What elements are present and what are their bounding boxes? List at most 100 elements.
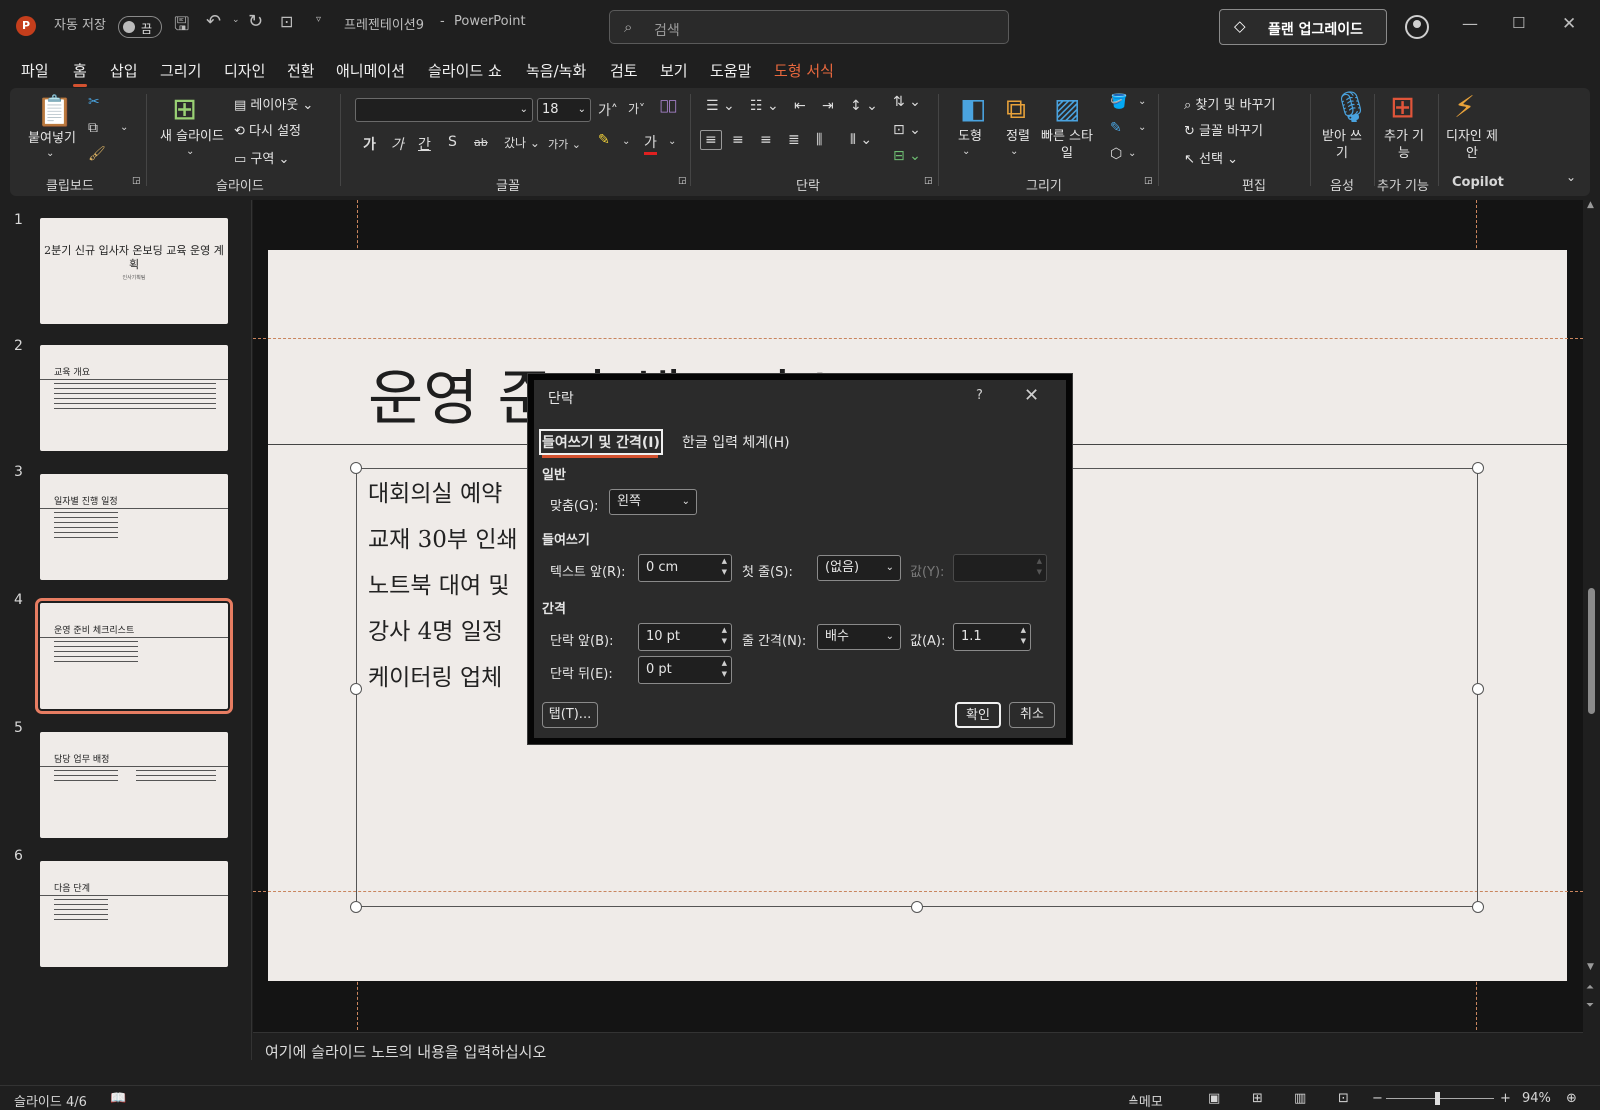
find-replace-button[interactable]: ⌕ 찾기 및 바꾸기 bbox=[1184, 94, 1275, 113]
slide-thumbnail-2[interactable]: 교육 개요 bbox=[40, 345, 228, 451]
scrollbar-thumb[interactable] bbox=[1588, 588, 1595, 714]
start-slideshow-icon[interactable]: ⊡ bbox=[280, 12, 293, 31]
zoom-out-icon[interactable]: − bbox=[1372, 1091, 1383, 1106]
spacing-after-spinner[interactable]: 0 pt ▲ ▼ bbox=[638, 656, 732, 684]
paragraph-launcher-icon[interactable]: ◲ bbox=[924, 176, 933, 186]
normal-view-icon[interactable]: ▣ bbox=[1208, 1091, 1220, 1106]
select-button[interactable]: ↖ 선택 ⌄ bbox=[1184, 148, 1238, 167]
new-slide-button[interactable]: 새 슬라이드 bbox=[156, 128, 228, 145]
reset-button[interactable]: ⟲ 다시 설정 bbox=[234, 120, 301, 139]
paste-icon[interactable]: 📋 bbox=[36, 94, 73, 129]
font-color-dropdown-icon[interactable]: ⌄ bbox=[668, 136, 676, 147]
add-ins-button[interactable]: 추가 기능 bbox=[1382, 128, 1426, 162]
new-slide-dropdown-icon[interactable]: ⌄ bbox=[186, 146, 194, 157]
notes-pane[interactable]: 여기에 슬라이드 노트의 내용을 입력하십시오 bbox=[253, 1032, 1583, 1062]
slide-thumbnail-5[interactable]: 담당 업무 배정 bbox=[40, 732, 228, 838]
resize-handle[interactable] bbox=[1472, 901, 1484, 913]
layout-button[interactable]: ▤ 레이아웃 ⌄ bbox=[234, 94, 313, 113]
arrange-icon[interactable]: ⧉ bbox=[1006, 92, 1026, 126]
strikethrough-icon[interactable]: ab bbox=[474, 136, 488, 149]
line-spacing-icon[interactable]: ↕ ⌄ bbox=[850, 98, 878, 114]
zoom-in-icon[interactable]: + bbox=[1500, 1091, 1511, 1106]
at-spinner[interactable]: 1.1 ▲ ▼ bbox=[953, 623, 1031, 651]
highlight-dropdown-icon[interactable]: ⌄ bbox=[622, 136, 630, 147]
shape-outline-icon[interactable]: ✎ bbox=[1110, 120, 1122, 136]
tab-asian-typography[interactable]: 한글 입력 체계(H) bbox=[682, 432, 790, 452]
bullets-icon[interactable]: ☰ ⌄ bbox=[706, 98, 735, 114]
justify-icon[interactable]: ≣ bbox=[788, 132, 800, 148]
quick-styles-button[interactable]: 빠른 스타일 bbox=[1036, 128, 1098, 162]
save-icon[interactable]: 🖫 bbox=[174, 12, 189, 42]
new-slide-icon[interactable]: ⊞ bbox=[172, 92, 197, 127]
tab-slideshow[interactable]: 슬라이드 쇼 bbox=[428, 60, 502, 81]
slide-thumbnail-3[interactable]: 일자별 진행 일정 bbox=[40, 474, 228, 580]
decrease-indent-icon[interactable]: ⇤ bbox=[794, 98, 806, 114]
microphone-icon[interactable]: 🎙 bbox=[1332, 90, 1370, 125]
previous-slide-icon[interactable]: ⏶ bbox=[1586, 982, 1594, 993]
quick-styles-icon[interactable]: ▨ bbox=[1054, 92, 1080, 125]
text-direction-icon[interactable]: ⇅ ⌄ bbox=[893, 94, 921, 110]
shapes-icon[interactable]: ◧ bbox=[960, 92, 986, 125]
align-center-icon[interactable]: ≡ bbox=[732, 132, 744, 148]
tab-animations[interactable]: 애니메이션 bbox=[336, 60, 405, 81]
line-spacing-select[interactable]: 배수 ⌄ bbox=[817, 624, 901, 650]
accessibility-icon[interactable]: 📖 bbox=[110, 1091, 126, 1106]
numbering-icon[interactable]: ☷ ⌄ bbox=[750, 98, 779, 114]
paste-dropdown-icon[interactable]: ⌄ bbox=[46, 148, 54, 159]
arrange-button[interactable]: 정렬 bbox=[998, 128, 1038, 145]
special-indent-select[interactable]: (없음) ⌄ bbox=[817, 555, 901, 581]
replace-font-button[interactable]: ↻ 글꼴 바꾸기 bbox=[1184, 120, 1263, 139]
decrease-font-size-icon[interactable]: 가˅ bbox=[628, 100, 645, 117]
tab-insert[interactable]: 삽입 bbox=[110, 60, 138, 81]
font-color-icon[interactable]: 가 bbox=[644, 132, 657, 155]
character-spacing-icon[interactable]: 갔나 ⌄ bbox=[504, 134, 540, 151]
alignment-select[interactable]: 왼쪽 ⌄ bbox=[609, 489, 697, 515]
section-button[interactable]: ▭ 구역 ⌄ bbox=[234, 148, 289, 167]
reading-view-icon[interactable]: ▥ bbox=[1294, 1091, 1306, 1106]
cut-icon[interactable]: ✂ bbox=[88, 94, 100, 110]
undo-dropdown-icon[interactable]: ⌄ bbox=[232, 15, 240, 25]
maximize-icon[interactable]: ☐ bbox=[1512, 14, 1525, 32]
slide-thumbnail-4[interactable]: 운영 준비 체크리스트 bbox=[35, 598, 233, 714]
dictate-button[interactable]: 받아 쓰기 bbox=[1320, 128, 1364, 162]
tab-file[interactable]: 파일 bbox=[21, 60, 49, 81]
resize-handle[interactable] bbox=[350, 683, 362, 695]
clear-formatting-icon[interactable]: 가⃠ bbox=[660, 98, 677, 114]
tab-review[interactable]: 검토 bbox=[610, 60, 638, 81]
resize-handle[interactable] bbox=[350, 462, 362, 474]
spinner-arrows-icon[interactable]: ▲ ▼ bbox=[722, 658, 727, 680]
fit-slide-icon[interactable]: ⊕ bbox=[1566, 1091, 1577, 1106]
shadow-icon[interactable]: S bbox=[448, 134, 457, 150]
tab-record[interactable]: 녹음/녹화 bbox=[526, 60, 586, 81]
resize-handle[interactable] bbox=[350, 901, 362, 913]
ok-button[interactable]: 확인 bbox=[955, 702, 1001, 728]
drawing-launcher-icon[interactable]: ◲ bbox=[1144, 176, 1153, 186]
undo-icon[interactable]: ↶ bbox=[206, 11, 221, 32]
resize-handle[interactable] bbox=[1472, 683, 1484, 695]
tab-shape-format[interactable]: 도형 서식 bbox=[774, 60, 834, 81]
before-text-spinner[interactable]: 0 cm ▲ ▼ bbox=[638, 554, 732, 582]
vertical-scrollbar[interactable]: ▲ ▼ ⏶ ⏷ bbox=[1583, 200, 1600, 1032]
notes-button[interactable]: ≙메모 bbox=[1128, 1091, 1163, 1110]
minimize-icon[interactable]: — bbox=[1462, 14, 1478, 33]
format-painter-icon[interactable]: 🖌 bbox=[88, 146, 106, 162]
spinner-arrows-icon[interactable]: ▲ ▼ bbox=[722, 556, 727, 578]
tab-indents-spacing[interactable]: 들여쓰기 및 간격(I) bbox=[539, 429, 663, 455]
resize-handle[interactable] bbox=[1472, 462, 1484, 474]
zoom-slider-thumb[interactable] bbox=[1435, 1092, 1440, 1105]
tab-draw[interactable]: 그리기 bbox=[160, 60, 201, 81]
copy-dropdown-icon[interactable]: ⌄ bbox=[120, 122, 128, 133]
clipboard-launcher-icon[interactable]: ◲ bbox=[132, 176, 141, 186]
designer-icon[interactable]: ⚡ bbox=[1454, 90, 1475, 125]
tab-view[interactable]: 보기 bbox=[660, 60, 688, 81]
cancel-button[interactable]: 취소 bbox=[1009, 702, 1055, 728]
italic-icon[interactable]: 가 bbox=[391, 134, 404, 154]
highlight-color-icon[interactable]: ✎ bbox=[598, 132, 610, 148]
spacing-before-spinner[interactable]: 10 pt ▲ ▼ bbox=[638, 623, 732, 651]
slide-thumbnail-6[interactable]: 다음 단계 bbox=[40, 861, 228, 967]
shape-fill-icon[interactable]: 🪣 bbox=[1110, 94, 1127, 110]
redo-icon[interactable]: ↻ bbox=[248, 11, 263, 32]
copy-icon[interactable]: ⧉ bbox=[88, 120, 98, 136]
collapse-ribbon-icon[interactable]: ⌄ bbox=[1566, 170, 1576, 184]
help-icon[interactable]: ? bbox=[976, 388, 983, 403]
